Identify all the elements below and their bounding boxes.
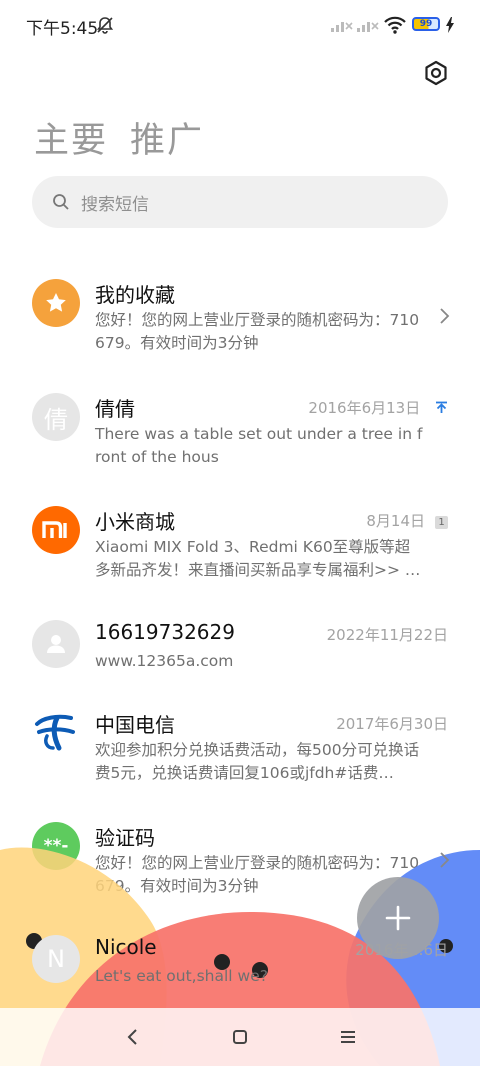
star-icon: [46, 293, 66, 312]
unread-count-badge: 1: [435, 516, 448, 529]
date-text: 2016年6月13日: [308, 399, 421, 417]
settings-button[interactable]: [420, 57, 452, 89]
battery-icon: 99: [412, 17, 440, 31]
sender-name: 中国电信: [95, 713, 175, 737]
sender-name: 16619732629: [95, 620, 235, 644]
recents-icon[interactable]: [337, 1026, 359, 1048]
battery-level: 99: [419, 18, 433, 29]
tab-primary[interactable]: 主要: [34, 112, 108, 163]
message-preview: Let's eat out,shall we?: [95, 967, 268, 985]
system-navigation-bar: [0, 1008, 480, 1066]
message-date: 2022年11月22日: [327, 624, 448, 645]
signal-icon: [357, 22, 379, 32]
avatar: [32, 279, 80, 327]
plus-icon: [385, 905, 411, 931]
china-telecom-logo-icon: [35, 714, 75, 751]
message-preview: 欢迎参加积分兑换话费活动，每500分可兑换话费5元，兑换话费请回复106或jfd…: [95, 741, 420, 782]
conversation-item-qianqian[interactable]: 倩 倩倩 2016年6月13日 There was a table set ou…: [0, 393, 480, 473]
home-icon[interactable]: [229, 1026, 251, 1048]
conversation-item-16619732629[interactable]: 16619732629 2022年11月22日 www.12365a.com: [0, 620, 480, 680]
signal-icon: [331, 22, 353, 32]
mi-logo-icon: [42, 521, 67, 538]
chevron-right-icon: [440, 852, 450, 868]
search-input[interactable]: 搜索短信: [32, 176, 448, 228]
avatar: [32, 506, 80, 554]
tab-promotions[interactable]: 推广: [130, 112, 204, 163]
new-message-button[interactable]: [357, 877, 439, 959]
date-text: 8月14日: [366, 512, 425, 530]
message-preview: Xiaomi MIX Fold 3、Redmi K60至尊版等超多新品齐发！来直…: [95, 538, 421, 579]
person-icon: [47, 635, 65, 653]
gear-icon: [425, 60, 447, 86]
avatar: N: [32, 935, 80, 983]
date-text: 2017年6月30日: [336, 715, 448, 733]
search-placeholder: 搜索短信: [81, 195, 149, 215]
status-time: 下午5:45: [26, 19, 99, 39]
message-date: 2017年6月30日: [336, 713, 448, 734]
message-preview: 您好！您的网上营业厅登录的随机密码为：710679。有效时间为3分钟: [95, 311, 420, 352]
sender-name: 我的收藏: [95, 283, 175, 307]
search-icon: [53, 194, 69, 210]
avatar: [32, 620, 80, 668]
message-preview: www.12365a.com: [95, 652, 234, 670]
sender-name: 小米商城: [95, 510, 175, 534]
date-text: 2022年11月22日: [326, 626, 448, 644]
back-icon[interactable]: [122, 1026, 144, 1048]
wifi-icon: [384, 16, 406, 34]
mute-bell-icon: [96, 17, 114, 34]
sender-name: 倩倩: [95, 397, 135, 421]
charging-bolt-icon: [446, 17, 454, 33]
status-bar: 下午5:45 99: [0, 0, 480, 50]
message-preview: There was a table set out under a tree i…: [95, 425, 423, 466]
pin-top-icon: [436, 401, 447, 413]
avatar: 倩: [32, 393, 80, 441]
conversation-item-favorites[interactable]: 我的收藏 您好！您的网上营业厅登录的随机密码为：710679。有效时间为3分钟: [0, 279, 480, 359]
conversation-item-china-telecom[interactable]: 中国电信 2017年6月30日 欢迎参加积分兑换话费活动，每500分可兑换话费5…: [0, 709, 480, 789]
chevron-right-icon: [440, 308, 450, 324]
message-date: 2016年6月13日: [308, 397, 448, 418]
avatar-initial: 倩: [44, 405, 68, 434]
conversation-item-mi-store[interactable]: 小米商城 8月14日 1 Xiaomi MIX Fold 3、Redmi K60至…: [0, 506, 480, 586]
avatar-initial: N: [47, 945, 65, 973]
message-date: 8月14日 1: [366, 510, 448, 531]
avatar: [32, 709, 80, 757]
sender-name: Nicole: [95, 935, 157, 959]
